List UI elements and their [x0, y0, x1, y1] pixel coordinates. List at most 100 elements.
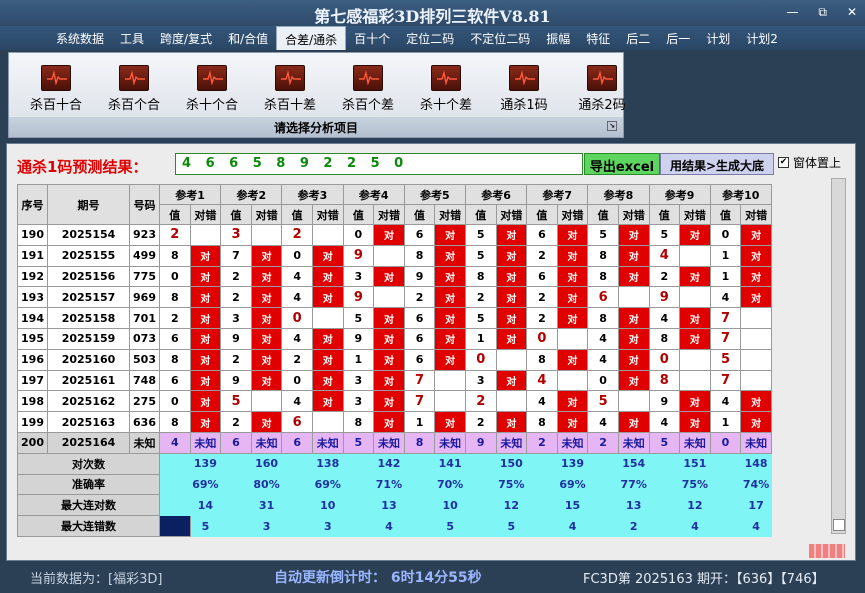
result-cell: 对 — [311, 369, 344, 392]
result-cell: 对 — [495, 244, 528, 267]
seq-cell: 197 — [17, 369, 48, 392]
ribbon-button[interactable]: 杀百个差 — [329, 65, 407, 113]
period-cell: 2025163 — [47, 411, 130, 433]
ribbon-button[interactable]: 杀百十合 — [17, 65, 95, 113]
ribbon-button-label: 通杀1码 — [500, 98, 548, 113]
menu-item[interactable]: 后一 — [658, 26, 698, 50]
result-cell: 对 — [679, 307, 711, 329]
stats-value: 10 — [311, 494, 344, 517]
stats-value: 141 — [434, 452, 466, 475]
stats-spacer — [281, 515, 313, 537]
value-cell: 4 — [281, 390, 313, 413]
menu-item[interactable]: 定位二码 — [398, 26, 462, 50]
result-cell: 对 — [495, 307, 528, 329]
prediction-result-field[interactable]: 4 6 6 5 8 9 2 2 5 0 — [175, 153, 583, 175]
menu-item[interactable]: 后二 — [618, 26, 658, 50]
result-cell: 对 — [617, 369, 650, 392]
result-cell — [373, 244, 405, 267]
value-cell: 0 — [342, 224, 375, 246]
value-cell: 9 — [648, 286, 681, 309]
result-cell: 对 — [740, 224, 772, 246]
ribbon-button[interactable]: 杀百个合 — [95, 65, 173, 113]
ribbon-footer: 请选择分析项目 ↘ — [9, 117, 623, 137]
stats-value: 69% — [311, 473, 344, 496]
menu-item[interactable]: 计划 — [698, 26, 738, 50]
ribbon-button[interactable]: 杀十个差 — [407, 65, 485, 113]
header-ref: 参考9 — [648, 184, 711, 205]
result-cell — [495, 348, 528, 371]
result-cell: 对 — [679, 390, 711, 413]
seq-cell: 195 — [17, 327, 48, 350]
result-cell: 对 — [189, 369, 222, 392]
header-ref: 参考7 — [526, 184, 589, 205]
menu-item[interactable]: 振幅 — [538, 26, 578, 50]
menu-item[interactable]: 和/合值 — [220, 26, 276, 50]
prediction-value-cell: 4 — [159, 431, 191, 454]
result-cell: 对 — [740, 390, 772, 413]
stats-spacer — [281, 452, 313, 475]
result-cell: 对 — [311, 265, 344, 288]
header-ref: 参考4 — [342, 184, 405, 205]
result-cell — [740, 307, 772, 329]
stats-spacer — [220, 515, 252, 537]
chart-icon — [431, 65, 461, 91]
code-cell: 701 — [129, 307, 160, 329]
stats-label: 最大连错数 — [17, 515, 160, 537]
ribbon-button[interactable]: 通杀2码 — [563, 65, 641, 113]
header-result: 对错 — [434, 204, 466, 225]
result-cell: 对 — [617, 348, 650, 371]
result-cell: 对 — [189, 307, 222, 329]
value-cell: 4 — [526, 390, 558, 413]
close-button[interactable]: ✕ — [847, 5, 857, 20]
export-excel-button[interactable]: 导出excel — [584, 153, 660, 175]
stats-value: 5 — [434, 515, 466, 537]
value-cell: 5 — [709, 348, 742, 371]
menu-item[interactable]: 特征 — [578, 26, 618, 50]
topmost-checkbox[interactable]: ✔ 窗体置上 — [778, 154, 841, 171]
stats-spacer — [648, 473, 681, 496]
menu-item[interactable]: 百十个 — [346, 26, 398, 50]
menu-list: 系统数据 工具 跨度/复式 和/合值 合差/通杀 百十个 定位二码 不定位二码 振幅 特征 后二 后一… — [48, 26, 786, 50]
result-cell: 对 — [373, 348, 405, 371]
period-cell: 2025160 — [47, 348, 130, 371]
result-cell: 对 — [189, 286, 222, 309]
menu-item[interactable]: 合差/通杀 — [276, 26, 347, 50]
stats-value: 154 — [617, 452, 650, 475]
expand-corner-icon[interactable]: ↘ — [607, 121, 617, 131]
checkbox-check-icon[interactable]: ✔ — [778, 157, 789, 168]
result-cell: 对 — [189, 390, 222, 413]
scrollbar-thumb[interactable] — [833, 519, 845, 531]
unknown-cell: 未知 — [250, 431, 283, 454]
ribbon-panel: 杀百十合 杀百个合 杀十个合 杀百十差 杀百个差 杀十个差 通杀1码 通杀2码 请选择分析项目… — [8, 52, 626, 138]
result-cell: 对 — [373, 390, 405, 413]
value-cell: 2 — [526, 244, 558, 267]
menu-bar: 系统数据 工具 跨度/复式 和/合值 合差/通杀 百十个 定位二码 不定位二码 振幅 特征 后二 后一… — [0, 26, 865, 50]
menu-item[interactable]: 跨度/复式 — [152, 26, 220, 50]
value-cell: 0 — [709, 224, 742, 246]
result-cell: 对 — [250, 286, 283, 309]
stats-value: 13 — [617, 494, 650, 517]
seq-cell: 193 — [17, 286, 48, 309]
stats-spacer — [526, 515, 558, 537]
ribbon-button[interactable]: 杀百十差 — [251, 65, 329, 113]
vertical-scrollbar[interactable] — [831, 178, 846, 534]
result-cell — [311, 224, 344, 246]
maximize-button[interactable]: ⧉ — [818, 5, 827, 20]
stats-spacer — [342, 452, 375, 475]
stats-spacer — [709, 452, 742, 475]
ribbon-button[interactable]: 通杀1码 — [485, 65, 563, 113]
value-cell: 1 — [709, 244, 742, 267]
menu-item[interactable]: 计划2 — [738, 26, 786, 50]
value-cell: 4 — [648, 411, 681, 433]
minimize-button[interactable]: — — [786, 5, 798, 20]
menu-item[interactable]: 工具 — [112, 26, 152, 50]
result-cell: 对 — [434, 244, 466, 267]
menu-item[interactable]: 系统数据 — [48, 26, 112, 50]
stats-spacer — [648, 452, 681, 475]
unknown-cell: 未知 — [189, 431, 222, 454]
ribbon-button[interactable]: 杀十个合 — [173, 65, 251, 113]
ribbon-button-label: 杀百十差 — [263, 98, 316, 113]
menu-item[interactable]: 不定位二码 — [462, 26, 538, 50]
header-result: 对错 — [495, 204, 528, 225]
generate-base-button[interactable]: 用结果>生成大底 — [660, 153, 774, 175]
